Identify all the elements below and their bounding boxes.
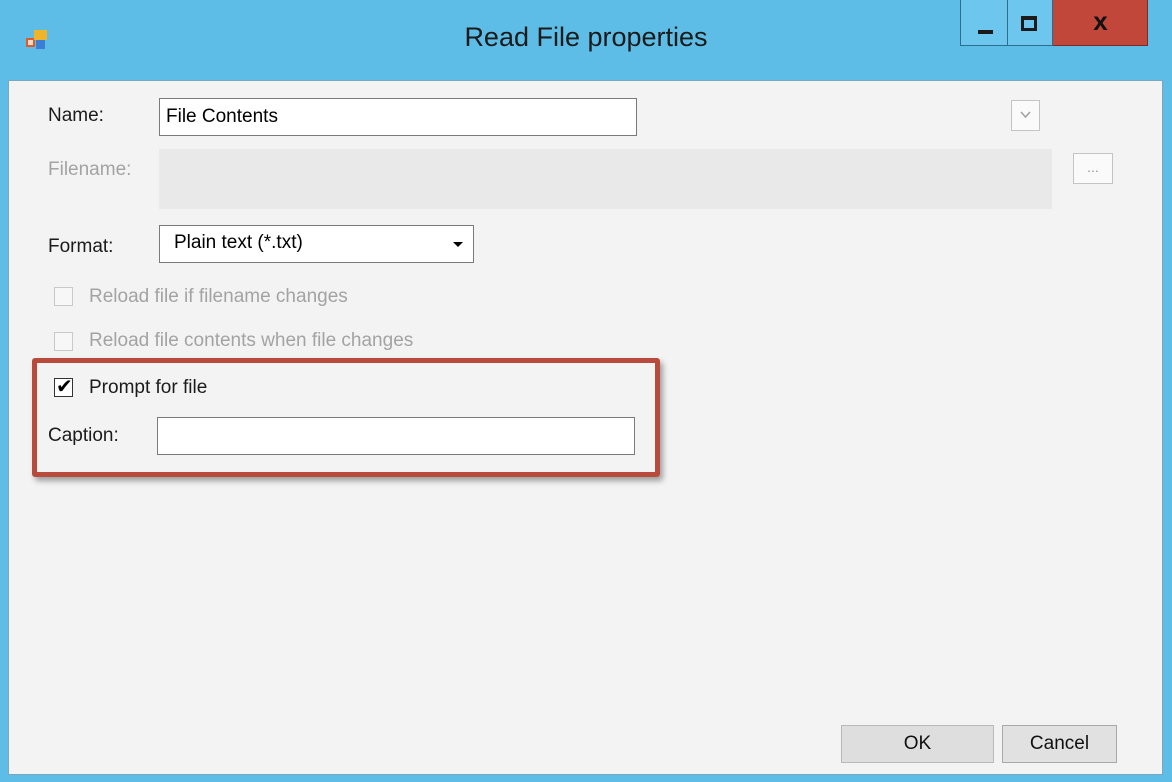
chevron-down-icon xyxy=(1020,111,1031,119)
title-bar[interactable]: Read File properties x xyxy=(0,0,1172,80)
name-input[interactable] xyxy=(159,98,637,136)
cancel-button[interactable]: Cancel xyxy=(1002,725,1117,763)
chevron-down-icon xyxy=(453,242,463,247)
format-selected-value: Plain text (*.txt) xyxy=(174,232,303,253)
ok-button[interactable]: OK xyxy=(841,725,994,763)
minimize-icon xyxy=(978,30,993,34)
reload-filename-label: Reload file if filename changes xyxy=(89,286,348,307)
name-label: Name: xyxy=(48,105,104,126)
maximize-button[interactable] xyxy=(1008,0,1053,46)
checkmark-icon: ✔ xyxy=(56,376,73,398)
browse-button[interactable]: ... xyxy=(1073,153,1113,184)
dialog-window: Read File properties x Name: Filename: .… xyxy=(0,0,1172,782)
format-label: Format: xyxy=(48,236,114,257)
reload-contents-checkbox[interactable] xyxy=(54,332,73,351)
close-icon: x xyxy=(1093,6,1108,36)
reload-contents-label: Reload file contents when file changes xyxy=(89,330,414,351)
close-button[interactable]: x xyxy=(1053,0,1148,46)
prompt-for-file-checkbox[interactable]: ✔ xyxy=(54,376,73,398)
caption-label: Caption: xyxy=(48,425,119,446)
dialog-client-area: Name: Filename: ... Format: Plain text (… xyxy=(8,80,1163,775)
format-select[interactable]: Plain text (*.txt) xyxy=(159,225,474,263)
prompt-for-file-label: Prompt for file xyxy=(89,377,208,398)
caption-input[interactable] xyxy=(157,417,635,455)
filename-input xyxy=(159,149,1052,209)
filename-label: Filename: xyxy=(48,159,132,180)
minimize-button[interactable] xyxy=(960,0,1008,46)
reload-filename-checkbox[interactable] xyxy=(54,287,73,306)
maximize-icon xyxy=(1021,16,1037,31)
name-dropdown-button[interactable] xyxy=(1011,100,1040,131)
